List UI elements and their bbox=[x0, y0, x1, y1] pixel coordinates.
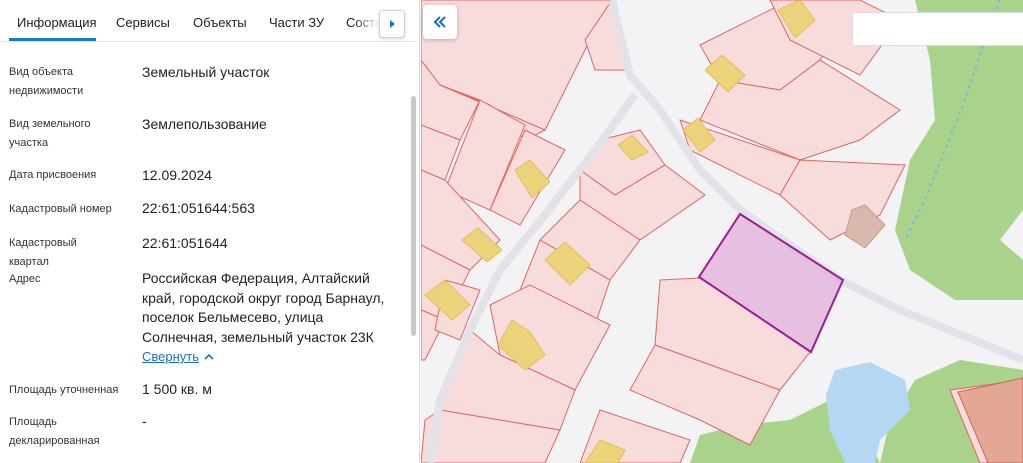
tab-bar: Информация Сервисы Объекты Части ЗУ Сост… bbox=[0, 0, 419, 42]
chevron-up-icon[interactable] bbox=[203, 352, 215, 362]
tabs-scroll-right-button[interactable] bbox=[379, 10, 405, 38]
assigned-date-label: Дата присвоения bbox=[9, 169, 97, 181]
tab-objects[interactable]: Объекты bbox=[193, 15, 247, 30]
tab-parts[interactable]: Части ЗУ bbox=[269, 15, 324, 30]
land-type-value: Землепользование bbox=[142, 116, 267, 132]
area-precise-label: Площадь уточненная bbox=[9, 384, 119, 396]
address-label: Адрес bbox=[9, 273, 41, 285]
object-type-label: Вид объекта недвижимости bbox=[9, 66, 84, 97]
address-value: Российская Федерация, Алтайский край, го… bbox=[142, 270, 385, 345]
double-chevron-left-icon bbox=[433, 16, 446, 28]
info-panel: Информация Сервисы Объекты Части ЗУ Сост… bbox=[0, 0, 420, 463]
cadastral-number-label: Кадастровый номер bbox=[9, 203, 112, 215]
object-type-value: Земельный участок bbox=[142, 64, 270, 80]
active-tab-indicator bbox=[9, 38, 96, 41]
area-precise-value: 1 500 кв. м bbox=[142, 381, 212, 397]
area-declared-label: Площадь декларированная bbox=[9, 416, 100, 447]
tab-services[interactable]: Сервисы bbox=[116, 15, 170, 30]
land-type-label: Вид земельного участка bbox=[9, 118, 91, 149]
chevron-right-icon bbox=[390, 20, 395, 28]
cadastral-quarter-label: Кадастровый квартал bbox=[9, 237, 77, 268]
collapse-address-link[interactable]: Свернуть bbox=[142, 349, 199, 364]
collapse-panel-button[interactable] bbox=[423, 5, 457, 39]
cadastral-quarter-value: 22:61:051644 bbox=[142, 235, 228, 251]
scrollbar-thumb[interactable] bbox=[411, 96, 416, 336]
area-declared-value: - bbox=[142, 413, 147, 429]
map-view[interactable] bbox=[421, 0, 1023, 463]
assigned-date-value: 12.09.2024 bbox=[142, 167, 213, 183]
cadastral-map[interactable] bbox=[421, 0, 1023, 463]
cadastral-number-value: 22:61:051644:563 bbox=[142, 200, 255, 216]
map-search-input[interactable] bbox=[852, 12, 1023, 46]
tab-info[interactable]: Информация bbox=[17, 15, 97, 30]
tabs-fade bbox=[355, 0, 379, 40]
